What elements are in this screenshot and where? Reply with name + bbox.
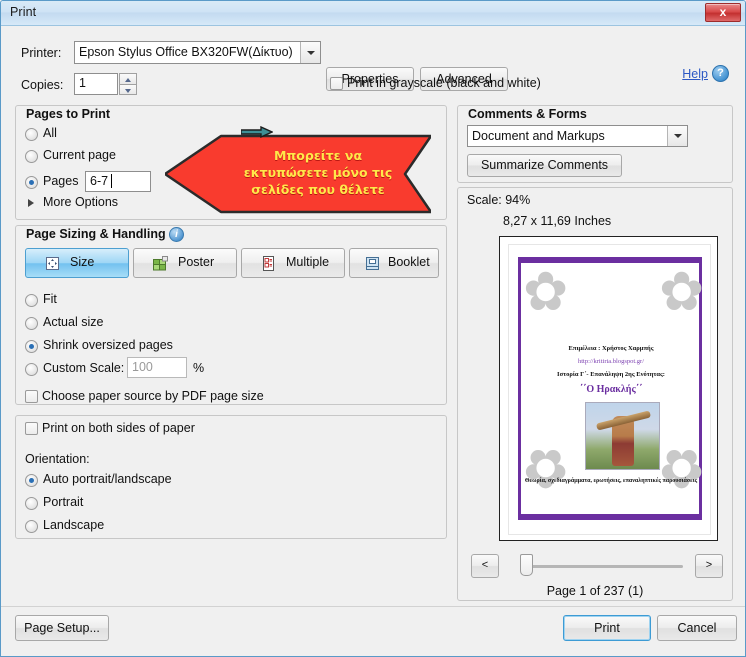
- radio-auto-orientation-label: Auto portrait/landscape: [43, 472, 172, 486]
- print-dialog-window: Print x Printer: Epson Stylus Office BX3…: [0, 0, 746, 657]
- size-mode-button[interactable]: Size: [25, 248, 129, 278]
- preview-border-bottom: [518, 514, 702, 520]
- ornament-icon: ✿: [523, 262, 569, 322]
- multiple-mode-label: Multiple: [286, 255, 330, 269]
- chevron-down-icon: [667, 126, 687, 146]
- radio-portrait-label: Portrait: [43, 495, 84, 509]
- radio-custom-scale-label: Custom Scale:: [43, 361, 125, 375]
- comments-forms-select[interactable]: Document and Markups: [467, 125, 688, 147]
- preview-scale-text: Scale: 94%: [467, 193, 531, 207]
- print-button[interactable]: Print: [563, 615, 651, 641]
- paper-source-label: Choose paper source by PDF page size: [42, 389, 264, 403]
- radio-all-label: All: [43, 126, 57, 140]
- radio-pages-label: Pages: [43, 174, 79, 188]
- help-link[interactable]: Help: [682, 67, 708, 81]
- close-icon[interactable]: x: [705, 3, 741, 22]
- cancel-button[interactable]: Cancel: [657, 615, 737, 641]
- radio-shrink-oversized[interactable]: [25, 340, 38, 353]
- copies-increment-icon[interactable]: [119, 73, 137, 84]
- chevron-right-icon[interactable]: [28, 199, 34, 207]
- radio-fit[interactable]: [25, 294, 38, 307]
- preview-course-line: Ιστορία Γ΄- Επανάληψη 2ης Ενότητας:: [557, 371, 665, 378]
- comments-forms-title: Comments & Forms: [465, 107, 590, 121]
- custom-scale-input[interactable]: 100: [127, 357, 187, 378]
- copies-decrement-icon[interactable]: [119, 84, 137, 95]
- radio-fit-label: Fit: [43, 292, 57, 306]
- preview-size-text: 8,27 x 11,69 Inches: [503, 214, 612, 228]
- pages-range-input[interactable]: 6-7: [85, 171, 151, 192]
- ornament-icon: ✿: [659, 262, 705, 322]
- booklet-mode-button[interactable]: Booklet: [349, 248, 439, 278]
- document-preview[interactable]: ✿ ✿ ✿ ✿ Επιμέλεια : Χρήστος Χαρμπής http…: [499, 236, 718, 541]
- radio-actual-size[interactable]: [25, 317, 38, 330]
- poster-mode-label: Poster: [178, 255, 215, 269]
- custom-scale-unit: %: [193, 361, 205, 375]
- preview-hercules-image: [585, 402, 660, 470]
- comments-forms-selected-value: Document and Markups: [472, 129, 605, 143]
- both-sides-checkbox[interactable]: [25, 422, 38, 435]
- text-caret: [111, 174, 112, 188]
- dialog-footer: Page Setup... Print Cancel: [1, 606, 745, 656]
- multiple-icon: [260, 255, 277, 272]
- preview-title-line: ΄΄Ο Ηρακλής΄΄: [579, 384, 643, 395]
- page-indicator: Page 1 of 237 (1): [546, 584, 644, 598]
- radio-landscape[interactable]: [25, 520, 38, 533]
- radio-actual-size-label: Actual size: [43, 315, 104, 329]
- preview-page-canvas: ✿ ✿ ✿ ✿ Επιμέλεια : Χρήστος Χαρμπής http…: [508, 244, 711, 535]
- preview-footer-line: Θεωρία, σχεδιαγράμματα, ερωτήσεις, επανα…: [524, 478, 698, 484]
- paper-source-checkbox[interactable]: [25, 390, 38, 403]
- window-title: Print: [10, 5, 37, 19]
- ornament-icon: ✿: [659, 438, 705, 498]
- printer-label: Printer:: [21, 46, 62, 60]
- booklet-icon: [364, 255, 381, 272]
- preview-border-top: [518, 257, 702, 263]
- grayscale-label: Print in grayscale (black and white): [347, 76, 541, 90]
- preview-author-line: Επιμέλεια : Χρήστος Χαρμπής: [568, 345, 654, 352]
- grayscale-checkbox[interactable]: [330, 77, 343, 90]
- radio-current-page[interactable]: [25, 150, 38, 163]
- radio-landscape-label: Landscape: [43, 518, 105, 532]
- preview-url-line: http://kritiria.blogspot.gr/: [577, 358, 645, 365]
- more-options-link[interactable]: More Options: [43, 195, 118, 209]
- copies-stepper[interactable]: [119, 73, 137, 95]
- radio-current-page-label: Current page: [43, 148, 116, 162]
- multiple-mode-button[interactable]: Multiple: [241, 248, 345, 278]
- copies-label: Copies:: [21, 78, 64, 92]
- info-icon[interactable]: i: [169, 227, 184, 242]
- preview-prev-button[interactable]: <: [471, 554, 499, 578]
- title-bar: Print x: [1, 1, 745, 26]
- radio-all[interactable]: [25, 128, 38, 141]
- ornament-icon: ✿: [523, 438, 569, 498]
- orientation-label: Orientation:: [25, 452, 90, 466]
- size-icon: [44, 255, 61, 272]
- poster-mode-button[interactable]: Poster: [133, 248, 237, 278]
- radio-portrait[interactable]: [25, 497, 38, 510]
- radio-custom-scale[interactable]: [25, 363, 38, 376]
- preview-next-button[interactable]: >: [695, 554, 723, 578]
- poster-icon: [152, 255, 169, 272]
- printer-section: Printer: Epson Stylus Office BX320FW(Δίκ…: [1, 27, 745, 101]
- preview-slider-thumb[interactable]: [520, 554, 533, 576]
- preview-slider-track[interactable]: [521, 565, 683, 568]
- help-icon[interactable]: ?: [712, 65, 729, 82]
- pages-to-print-title: Pages to Print: [23, 107, 114, 121]
- radio-auto-orientation[interactable]: [25, 474, 38, 487]
- both-sides-label: Print on both sides of paper: [42, 421, 195, 435]
- printer-selected-value: Epson Stylus Office BX320FW(Δίκτυο): [79, 45, 293, 59]
- radio-pages[interactable]: [25, 176, 38, 189]
- size-mode-label: Size: [70, 255, 95, 269]
- copies-input[interactable]: 1: [74, 73, 118, 95]
- page-setup-button[interactable]: Page Setup...: [15, 615, 109, 641]
- page-sizing-title: Page Sizing & Handling: [23, 227, 169, 241]
- booklet-mode-label: Booklet: [388, 255, 430, 269]
- printer-select[interactable]: Epson Stylus Office BX320FW(Δίκτυο): [74, 41, 321, 64]
- summarize-comments-button[interactable]: Summarize Comments: [467, 154, 622, 177]
- radio-shrink-oversized-label: Shrink oversized pages: [43, 338, 173, 352]
- chevron-down-icon: [300, 42, 320, 63]
